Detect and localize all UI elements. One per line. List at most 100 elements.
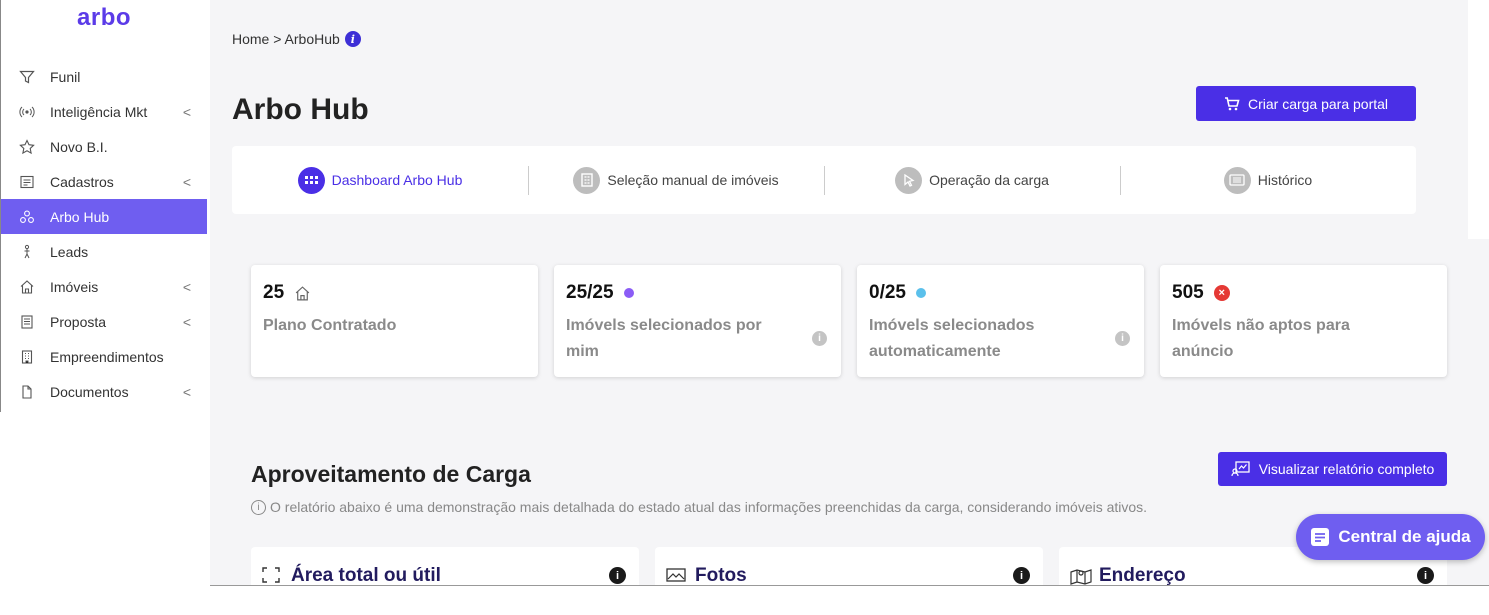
filter-icon — [18, 68, 36, 86]
dashboard-icon — [297, 166, 325, 194]
tab-label: Operação da carga — [929, 172, 1049, 188]
house-icon — [294, 285, 311, 302]
create-load-label: Criar carga para portal — [1247, 95, 1389, 112]
info-icon[interactable]: i — [1417, 567, 1434, 584]
tab-manual-selection[interactable]: Seleção manual de imóveis — [528, 146, 824, 214]
sidebar-item-label: Proposta — [50, 313, 107, 330]
stat-value-row: 0/25 — [869, 282, 926, 304]
error-icon: × — [1213, 285, 1230, 301]
stat-label: Imóvels selecionados automaticamente — [869, 317, 1035, 360]
app-logo[interactable]: arbo — [77, 4, 131, 32]
breadcrumb-text[interactable]: Home > ArboHub — [232, 31, 340, 47]
tab-label: Seleção manual de imóveis — [607, 172, 779, 188]
info-icon[interactable]: i — [344, 31, 361, 47]
history-icon — [1223, 166, 1251, 194]
person-icon — [18, 243, 36, 261]
create-load-button[interactable]: Criar carga para portal — [1196, 86, 1416, 121]
help-center-label: Central de ajuda — [1338, 527, 1471, 546]
sidebar-item-label: Cadastros — [50, 173, 114, 190]
sidebar-item-imoveis[interactable]: Imóveis < — [1, 269, 207, 304]
report-icon — [1231, 461, 1251, 477]
chevron-left-icon: < — [182, 384, 191, 400]
stat-value-row: 25/25 — [566, 282, 634, 304]
sidebar-item-empreendimentos[interactable]: Empreendimentos — [1, 339, 207, 374]
view-full-report-label: Visualizar relatório completo — [1258, 461, 1435, 477]
selection-icon — [573, 166, 601, 194]
document-icon — [18, 313, 36, 331]
card-title: Fotos — [695, 565, 747, 586]
sidebar-item-funil[interactable]: Funil — [1, 59, 207, 94]
tab-load-operation[interactable]: Operação da carga — [824, 146, 1120, 214]
stat-value-row: 25 — [263, 282, 311, 304]
section-description: i O relatório abaixo é uma demonstração … — [251, 499, 1147, 515]
info-icon[interactable]: i — [609, 567, 626, 584]
sidebar-item-label: Documentos — [50, 383, 129, 400]
info-outline-icon: i — [251, 499, 266, 515]
stat-label: Imóvels não aptos para anúncio — [1172, 317, 1350, 360]
sidebar-item-label: Inteligência Mkt — [50, 103, 148, 120]
expand-icon — [262, 567, 280, 583]
sidebar-item-novo-bi[interactable]: Novo B.I. — [1, 129, 207, 164]
sidebar-item-label: Empreendimentos — [50, 348, 164, 365]
sidebar-item-label: Leads — [50, 243, 89, 260]
page-title: Arbo Hub — [232, 93, 369, 126]
app-root: arbo Funil Inteligência Mkt < Novo B.I. … — [0, 0, 1489, 615]
info-icon[interactable]: i — [812, 331, 827, 346]
register-icon — [18, 173, 36, 191]
sidebar-item-proposta[interactable]: Proposta < — [1, 304, 207, 339]
tab-label: Dashboard Arbo Hub — [331, 172, 463, 188]
sidebar-menu: Funil Inteligência Mkt < Novo B.I. Cadas… — [1, 59, 207, 409]
file-icon — [18, 383, 36, 401]
chevron-left-icon: < — [182, 314, 191, 330]
sidebar-item-arbo-hub[interactable]: Arbo Hub — [1, 199, 207, 234]
stat-label: Imóvels selecionados por mim — [566, 317, 762, 360]
stat-value: 0/25 — [869, 282, 906, 303]
chevron-left-icon: < — [182, 104, 191, 120]
card-photos: Fotos i — [655, 547, 1043, 586]
building-icon — [18, 348, 36, 366]
hub-tabs: Dashboard Arbo Hub Seleção manual de imó… — [232, 146, 1416, 214]
info-icon[interactable]: i — [1115, 331, 1130, 346]
sidebar-item-label: Arbo Hub — [50, 208, 110, 225]
tab-dashboard[interactable]: Dashboard Arbo Hub — [232, 146, 528, 214]
chevron-left-icon: < — [182, 174, 191, 190]
sidebar-item-leads[interactable]: Leads — [1, 234, 207, 269]
stat-value: 505 — [1172, 282, 1204, 303]
sidebar: arbo Funil Inteligência Mkt < Novo B.I. … — [0, 0, 207, 412]
stat-value: 25/25 — [566, 282, 614, 303]
sidebar-item-label: Imóveis — [50, 278, 99, 295]
cart-icon — [1224, 96, 1240, 112]
stat-card-selected-automatically: 0/25 Imóvels selecionados automaticament… — [857, 265, 1144, 377]
chevron-left-icon: < — [182, 279, 191, 295]
sidebar-item-label: Funil — [50, 68, 81, 85]
stat-card-selected-by-me: 25/25 Imóvels selecionados por mim i — [554, 265, 841, 377]
info-icon[interactable]: i — [1013, 567, 1030, 584]
stat-value-row: 505 × — [1172, 282, 1230, 304]
section-description-text: O relatório abaixo é uma demonstração ma… — [270, 499, 1148, 515]
tab-history[interactable]: Histórico — [1120, 146, 1416, 214]
sidebar-item-label: Novo B.I. — [50, 138, 108, 155]
view-full-report-button[interactable]: Visualizar relatório completo — [1218, 452, 1447, 486]
stat-label: Plano Contratado — [263, 317, 397, 334]
stat-card-not-eligible: 505 × Imóvels não aptos para anúncio — [1160, 265, 1447, 377]
sidebar-item-documentos[interactable]: Documentos < — [1, 374, 207, 409]
card-area: Área total ou útil i — [251, 547, 639, 586]
cursor-icon — [895, 166, 923, 194]
stat-card-contracted-plan: 25 Plano Contratado — [251, 265, 538, 377]
section-title: Aproveitamento de Carga — [251, 461, 531, 487]
help-center-button[interactable]: Central de ajuda — [1296, 514, 1485, 560]
chat-icon — [1310, 527, 1330, 547]
tab-label: Histórico — [1257, 172, 1313, 188]
map-icon — [1070, 567, 1092, 585]
card-title: Endereço — [1099, 565, 1186, 586]
sidebar-item-cadastros[interactable]: Cadastros < — [1, 164, 207, 199]
blue-dot-icon — [915, 288, 926, 298]
house-icon — [18, 278, 36, 296]
sidebar-item-inteligencia-mkt[interactable]: Inteligência Mkt < — [1, 94, 207, 129]
broadcast-icon — [18, 103, 36, 121]
purple-dot-icon — [623, 288, 634, 298]
photo-icon — [666, 567, 686, 583]
stat-value: 25 — [263, 282, 285, 303]
breadcrumb: Home > ArboHub i — [232, 31, 361, 47]
star-icon — [18, 138, 36, 156]
